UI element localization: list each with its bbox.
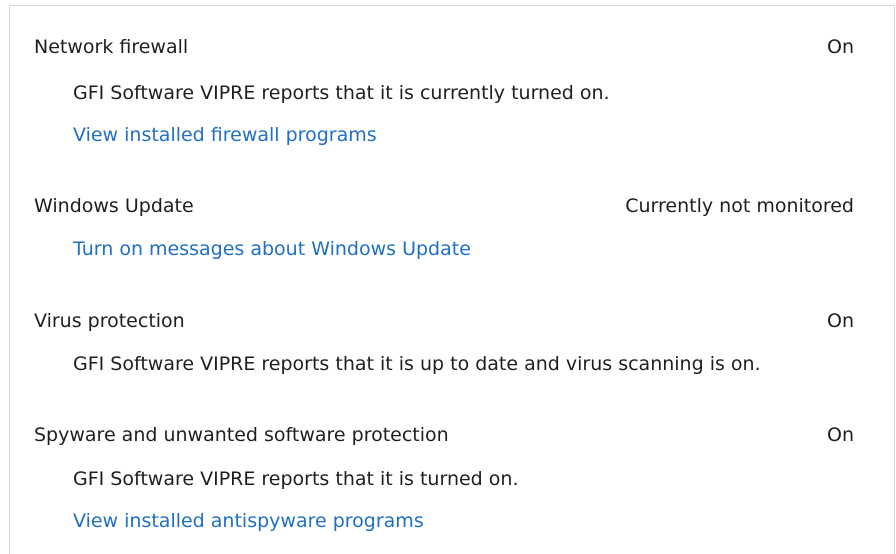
- turn-on-windows-update-messages-link[interactable]: Turn on messages about Windows Update: [73, 236, 471, 262]
- virus-protection-detail: GFI Software VIPRE reports that it is up…: [73, 353, 761, 375]
- windows-update-row: Windows Update Currently not monitored: [34, 193, 854, 219]
- network-firewall-label: Network firewall: [34, 36, 189, 58]
- spyware-protection-detail: GFI Software VIPRE reports that it is tu…: [73, 468, 519, 490]
- spyware-protection-label: Spyware and unwanted software protection: [34, 424, 449, 446]
- view-antispyware-programs-link[interactable]: View installed antispyware programs: [73, 508, 424, 534]
- network-firewall-row: Network firewall On: [34, 34, 854, 60]
- virus-protection-label: Virus protection: [34, 310, 185, 332]
- virus-protection-status: On: [827, 310, 854, 332]
- spyware-protection-row: Spyware and unwanted software protection…: [34, 422, 854, 448]
- network-firewall-detail: GFI Software VIPRE reports that it is cu…: [73, 82, 610, 104]
- view-firewall-programs-link[interactable]: View installed firewall programs: [73, 122, 377, 148]
- virus-protection-row: Virus protection On: [34, 308, 854, 334]
- network-firewall-status: On: [827, 36, 854, 58]
- windows-update-label: Windows Update: [34, 195, 194, 217]
- windows-update-status: Currently not monitored: [625, 195, 854, 217]
- spyware-protection-status: On: [827, 424, 854, 446]
